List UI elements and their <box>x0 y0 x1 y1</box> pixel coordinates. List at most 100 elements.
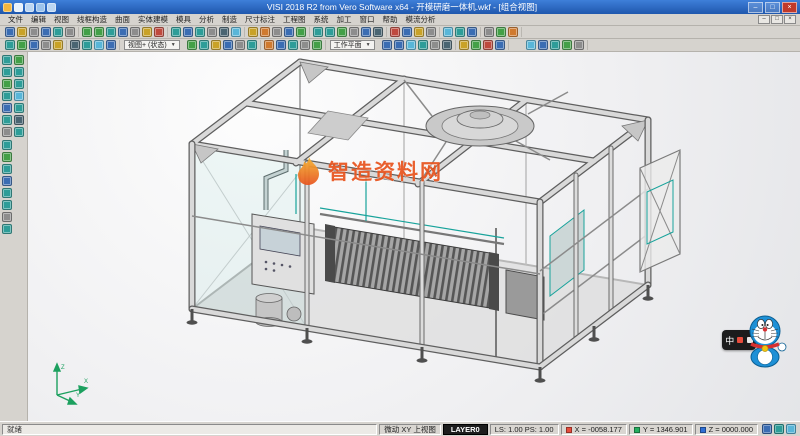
toolbar-icon[interactable] <box>2 176 12 186</box>
toolbar-icon[interactable] <box>402 27 412 37</box>
toolbar-icon[interactable] <box>106 40 116 50</box>
mdi-minimize-button[interactable]: – <box>758 15 770 24</box>
toolbar-icon[interactable] <box>406 40 416 50</box>
ime-mode-icon[interactable] <box>737 337 743 343</box>
toolbar-icon[interactable] <box>538 40 548 50</box>
toolbar-icon[interactable] <box>130 27 140 37</box>
toolbar-icon[interactable] <box>211 40 221 50</box>
toolbar-icon[interactable] <box>187 40 197 50</box>
toolbar-icon[interactable] <box>272 27 282 37</box>
menu-item[interactable]: 尺寸标注 <box>241 14 279 25</box>
menu-item[interactable]: 线框构造 <box>73 14 111 25</box>
toolbar-icon[interactable] <box>2 164 12 174</box>
toolbar-icon[interactable] <box>29 40 39 50</box>
toolbar-icon[interactable] <box>426 27 436 37</box>
toolbar-icon[interactable] <box>508 27 518 37</box>
toolbar-icon[interactable] <box>223 40 233 50</box>
toolbar-icon[interactable] <box>154 27 164 37</box>
toolbar-icon[interactable] <box>14 55 24 65</box>
toolbar-icon[interactable] <box>53 40 63 50</box>
toolbar-icon[interactable] <box>288 40 298 50</box>
toolbar-icon[interactable] <box>284 27 294 37</box>
menu-item[interactable]: 加工 <box>333 14 356 25</box>
toolbar-icon[interactable] <box>276 40 286 50</box>
toolbar-icon[interactable] <box>2 140 12 150</box>
toolbar-icon[interactable] <box>142 27 152 37</box>
toolbar-icon[interactable] <box>471 40 481 50</box>
toolbar-icon[interactable] <box>562 40 572 50</box>
toolbar-icon[interactable] <box>414 27 424 37</box>
toolbar-icon[interactable] <box>455 27 465 37</box>
menu-item[interactable]: 模具 <box>172 14 195 25</box>
toolbar-icon[interactable] <box>443 27 453 37</box>
toolbar-icon[interactable] <box>300 40 310 50</box>
toolbar-icon[interactable] <box>29 27 39 37</box>
toolbar-icon[interactable] <box>2 91 12 101</box>
toolbar-icon[interactable] <box>467 27 477 37</box>
toolbar-icon[interactable] <box>17 40 27 50</box>
status-icon[interactable] <box>774 424 784 434</box>
toolbar-icon[interactable] <box>183 27 193 37</box>
toolbar-icon[interactable] <box>526 40 536 50</box>
menu-item[interactable]: 编辑 <box>27 14 50 25</box>
toolbar-icon[interactable] <box>199 40 209 50</box>
toolbar-icon[interactable] <box>14 79 24 89</box>
toolbar-icon[interactable] <box>171 27 181 37</box>
menu-item[interactable]: 帮助 <box>379 14 402 25</box>
menu-item[interactable]: 窗口 <box>356 14 379 25</box>
toolbar-icon[interactable] <box>442 40 452 50</box>
toolbar-icon[interactable] <box>17 27 27 37</box>
toolbar-icon[interactable] <box>2 200 12 210</box>
layer-indicator[interactable]: LAYER0 <box>443 424 488 435</box>
toolbar-icon[interactable] <box>264 40 274 50</box>
toolbar-icon[interactable] <box>483 40 493 50</box>
toolbar-icon[interactable] <box>14 115 24 125</box>
toolbar-icon[interactable] <box>2 103 12 113</box>
toolbar-icon[interactable] <box>574 40 584 50</box>
toolbar-icon[interactable] <box>2 55 12 65</box>
menu-item[interactable]: 曲面 <box>111 14 134 25</box>
toolbar-icon[interactable] <box>82 27 92 37</box>
maximize-button[interactable]: □ <box>765 2 780 13</box>
mdi-restore-button[interactable]: □ <box>771 15 783 24</box>
toolbar-icon[interactable] <box>260 27 270 37</box>
toolbar-icon[interactable] <box>349 27 359 37</box>
toolbar-icon[interactable] <box>53 27 63 37</box>
menu-item[interactable]: 模流分析 <box>402 14 440 25</box>
toolbar-icon[interactable] <box>496 27 506 37</box>
toolbar-icon[interactable] <box>484 27 494 37</box>
toolbar-icon[interactable] <box>325 27 335 37</box>
toolbar-icon[interactable] <box>247 40 257 50</box>
toolbar-icon[interactable] <box>459 40 469 50</box>
toolbar-icon[interactable] <box>14 91 24 101</box>
toolbar-icon[interactable] <box>94 40 104 50</box>
menu-item[interactable]: 视图 <box>50 14 73 25</box>
toolbar-icon[interactable] <box>41 40 51 50</box>
toolbar-icon[interactable] <box>296 27 306 37</box>
toolbar-icon[interactable] <box>235 40 245 50</box>
toolbar-icon[interactable] <box>5 40 15 50</box>
toolbar-icon[interactable] <box>337 27 347 37</box>
toolbar-icon[interactable] <box>118 27 128 37</box>
menu-item[interactable]: 实体建模 <box>134 14 172 25</box>
view-state-combo[interactable]: 视图+ (状态) ▼ <box>124 40 180 50</box>
toolbar-icon[interactable] <box>65 27 75 37</box>
menu-item[interactable]: 系统 <box>310 14 333 25</box>
workplane-status[interactable]: 微动 XY 上视图 <box>379 424 441 435</box>
toolbar-icon[interactable] <box>14 67 24 77</box>
mdi-close-button[interactable]: × <box>784 15 796 24</box>
menu-item[interactable]: 文件 <box>4 14 27 25</box>
menu-item[interactable]: 分析 <box>195 14 218 25</box>
toolbar-icon[interactable] <box>94 27 104 37</box>
close-button[interactable]: × <box>782 2 797 13</box>
status-icon[interactable] <box>762 424 772 434</box>
toolbar-icon[interactable] <box>373 27 383 37</box>
toolbar-icon[interactable] <box>312 40 322 50</box>
toolbar-icon[interactable] <box>418 40 428 50</box>
toolbar-icon[interactable] <box>14 127 24 137</box>
toolbar-icon[interactable] <box>382 40 392 50</box>
toolbar-icon[interactable] <box>207 27 217 37</box>
toolbar-icon[interactable] <box>14 103 24 113</box>
toolbar-icon[interactable] <box>106 27 116 37</box>
cad-viewport[interactable]: 智造资料网 Z X Y 中 <box>28 52 800 421</box>
